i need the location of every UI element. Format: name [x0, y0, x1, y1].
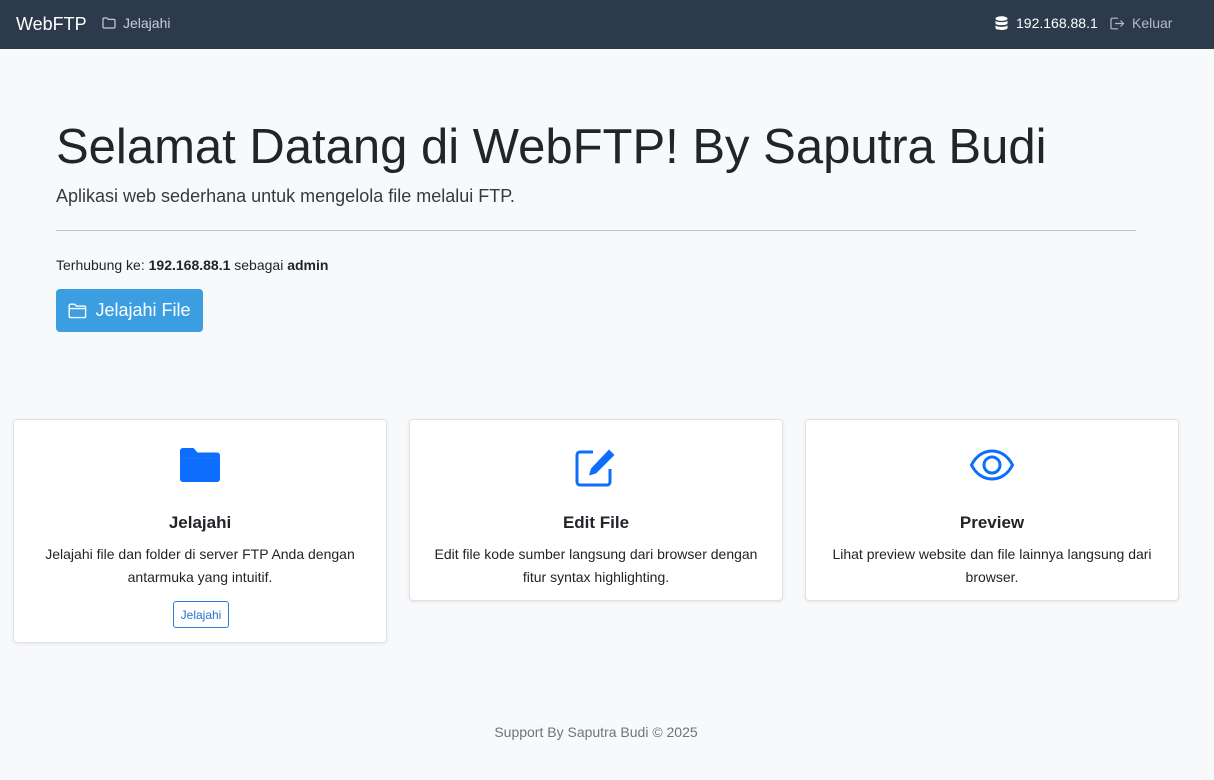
card-title: Jelajahi [168, 513, 232, 532]
connection-prefix: Terhubung ke: [56, 257, 145, 273]
card-text: Jelajahi file dan folder di server FTP A… [45, 546, 355, 585]
nav-browse-link[interactable]: Jelajahi [102, 15, 170, 31]
footer-text: Support By Saputra Budi © 2025 [494, 724, 698, 740]
card-text: Lihat preview website dan file lainnya l… [832, 546, 1152, 585]
nav-host-label: 192.168.88.1 [1016, 15, 1098, 31]
card-title: Preview [959, 513, 1025, 532]
card-title: Edit File [562, 513, 630, 532]
connection-user: admin [287, 257, 329, 273]
connection-host: 192.168.88.1 [148, 257, 231, 273]
connection-as: sebagai [234, 257, 284, 273]
page-title: Selamat Datang di WebFTP! By Saputra Bud… [56, 120, 1047, 174]
feature-card-browse: Jelajahi Jelajahi file dan folder di ser… [13, 419, 387, 643]
eye-icon [806, 446, 1178, 484]
nav-host: 192.168.88.1 [995, 15, 1098, 31]
page-lead: Aplikasi web sederhana untuk mengelola f… [56, 186, 515, 206]
brand-link[interactable]: WebFTP [16, 12, 87, 36]
card-text: Edit file kode sumber langsung dari brow… [434, 546, 758, 585]
browse-files-button[interactable]: Jelajahi File [56, 289, 203, 332]
folder-icon [102, 17, 116, 29]
top-navbar: WebFTP Jelajahi 192.168.88.1 Keluar [0, 0, 1214, 49]
logout-link[interactable]: Keluar [1110, 15, 1172, 31]
card-browse-button[interactable]: Jelajahi [173, 601, 229, 628]
browse-files-label: Jelajahi File [95, 300, 191, 320]
folder-icon [68, 303, 87, 319]
feature-card-preview: Preview Lihat preview website dan file l… [805, 419, 1179, 601]
connection-status: Terhubung ke: 192.168.88.1 sebagai admin [56, 256, 328, 274]
logout-icon [1110, 17, 1125, 30]
folder-icon [14, 446, 386, 484]
nav-browse-label: Jelajahi [123, 15, 171, 31]
feature-card-edit: Edit File Edit file kode sumber langsung… [409, 419, 783, 601]
divider [56, 230, 1136, 231]
edit-icon [410, 446, 782, 488]
logout-label: Keluar [1132, 15, 1173, 31]
database-icon [995, 15, 1008, 31]
